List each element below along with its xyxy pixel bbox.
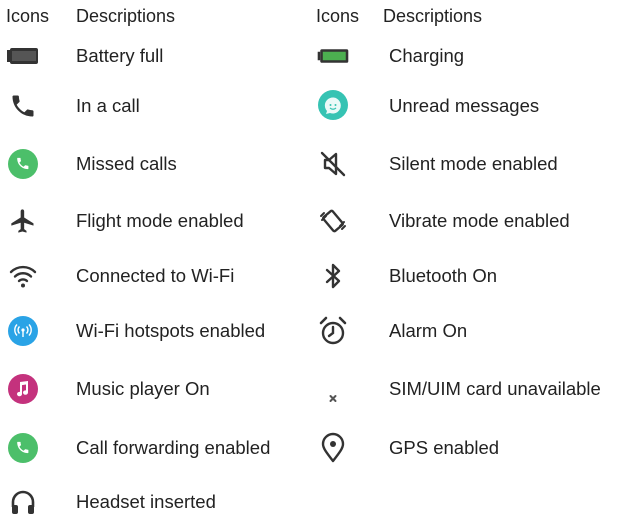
sim-unavailable-icon: [316, 372, 350, 406]
list-item-label: Alarm On: [389, 320, 468, 341]
left-descriptions-header: Descriptions: [76, 6, 176, 26]
list-item-charging: Charging: [316, 36, 464, 76]
list-item-label: Battery full: [76, 45, 164, 66]
list-item-missed-calls: Missed calls: [0, 144, 177, 184]
missed-call-icon: [6, 147, 40, 181]
list-item-sim-unavailable: SIM/UIM card unavailable: [316, 369, 601, 409]
list-item-unread-messages: Unread messages: [316, 86, 539, 126]
list-item-label: Connected to Wi-Fi: [76, 265, 235, 286]
list-item-label: GPS enabled: [389, 437, 500, 458]
list-item-battery-full: Battery full: [0, 36, 163, 76]
list-item-hotspot: Wi-Fi hotspots enabled: [0, 311, 265, 351]
list-item-label: SIM/UIM card unavailable: [389, 378, 601, 399]
music-note-icon: [6, 372, 40, 406]
speaker-mute-icon: [316, 147, 350, 181]
list-item-in-a-call: In a call: [0, 86, 140, 126]
list-item-label: Headset inserted: [76, 491, 216, 512]
list-item-label: Silent mode enabled: [389, 153, 558, 174]
bluetooth-icon: [316, 259, 350, 293]
left-icons-header: Icons: [6, 6, 50, 26]
list-item-wifi: Connected to Wi-Fi: [0, 256, 234, 296]
list-item-vibrate-mode: Vibrate mode enabled: [316, 201, 570, 241]
location-pin-icon: [316, 431, 350, 465]
list-item-label: Missed calls: [76, 153, 177, 174]
battery-charging-icon: [316, 39, 350, 73]
alarm-clock-icon: [316, 314, 350, 348]
list-item-label: Flight mode enabled: [76, 210, 244, 231]
list-item-label: Call forwarding enabled: [76, 437, 271, 458]
list-item-headset: Headset inserted: [0, 482, 216, 522]
list-item-label: Music player On: [76, 378, 210, 399]
list-item-alarm: Alarm On: [316, 311, 467, 351]
headset-icon: [6, 485, 40, 519]
list-item-label: Bluetooth On: [389, 265, 497, 286]
list-item-gps: GPS enabled: [316, 428, 499, 468]
phone-icon: [6, 89, 40, 123]
list-item-label: Wi-Fi hotspots enabled: [76, 320, 266, 341]
hotspot-icon: [6, 314, 40, 348]
right-icons-header: Icons: [316, 6, 360, 26]
list-item-label: Unread messages: [389, 95, 540, 116]
list-item-flight-mode: Flight mode enabled: [0, 201, 244, 241]
vibrate-icon: [316, 204, 350, 238]
list-item-bluetooth: Bluetooth On: [316, 256, 497, 296]
list-item-label: Vibrate mode enabled: [389, 210, 570, 231]
right-descriptions-header: Descriptions: [383, 6, 483, 26]
list-item-silent-mode: Silent mode enabled: [316, 144, 558, 184]
wifi-icon: [6, 259, 40, 293]
list-item-label: Charging: [389, 45, 465, 66]
call-forward-icon: [6, 431, 40, 465]
list-item-label: In a call: [76, 95, 140, 116]
list-item-call-forwarding: Call forwarding enabled: [0, 428, 270, 468]
list-item-music-player: Music player On: [0, 369, 210, 409]
airplane-icon: [6, 204, 40, 238]
battery-full-icon: [6, 39, 40, 73]
message-icon: [316, 89, 350, 123]
